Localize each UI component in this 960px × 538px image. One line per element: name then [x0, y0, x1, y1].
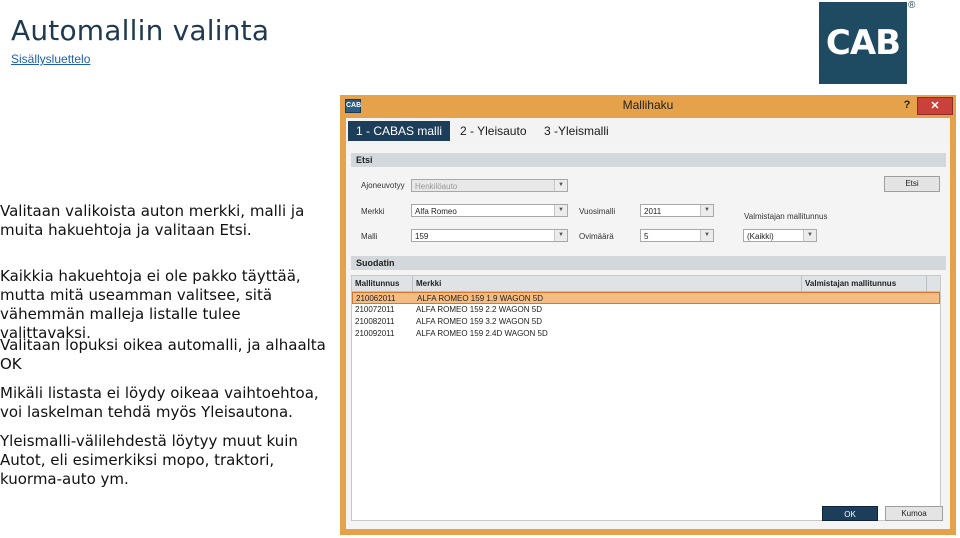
- ovimaara-label: Ovimäärä: [579, 232, 614, 241]
- window-titlebar: CAB Mallihaku ? ✕: [340, 95, 956, 116]
- help-button[interactable]: ?: [900, 97, 914, 113]
- tab-cabas-malli[interactable]: 1 - CABAS malli: [348, 121, 451, 141]
- mallihaku-window: CAB Mallihaku ? ✕ 1 - CABAS malli 2 - Yl…: [340, 95, 956, 535]
- instruction-paragraph-5: Yleismalli-välilehdestä löytyy muut kuin…: [0, 432, 298, 488]
- chevron-down-icon: ▼: [554, 180, 567, 191]
- ok-button[interactable]: OK: [822, 506, 878, 521]
- chevron-down-icon: ▼: [803, 230, 816, 241]
- chevron-down-icon: ▼: [554, 230, 567, 241]
- merkki-value: Alfa Romeo: [415, 207, 457, 216]
- results-section-header: Suodatin: [351, 256, 946, 270]
- close-button[interactable]: ✕: [917, 97, 953, 115]
- toc-link[interactable]: Sisällysluettelo: [11, 52, 90, 66]
- ajoneuvotyyppi-value: Henkilöauto: [415, 182, 458, 191]
- tab-yleismalli[interactable]: 3 -Yleismalli: [536, 121, 617, 141]
- valmistajan-mallitunnus-label: Valmistajan mallitunnus: [744, 212, 828, 221]
- chevron-down-icon: ▼: [700, 230, 713, 241]
- window-title: Mallihaku: [622, 98, 674, 112]
- cell-merkki: ALFA ROMEO 159 2.4D WAGON 5D: [416, 329, 548, 338]
- table-row[interactable]: 210092011 ALFA ROMEO 159 2.4D WAGON 5D: [352, 328, 940, 340]
- logo-registered-mark: ®: [908, 0, 916, 11]
- instruction-paragraph-3: Valitaan lopuksi oikea automalli, ja alh…: [0, 336, 326, 373]
- search-section-header: Etsi: [351, 153, 946, 167]
- cell-merkki: ALFA ROMEO 159 3.2 WAGON 5D: [416, 317, 542, 326]
- valmistajan-mallitunnus-select[interactable]: (Kaikki) ▼: [743, 229, 817, 242]
- tab-content: Etsi Ajoneuvotyy Henkilöauto ▼ Etsi Merk…: [346, 144, 950, 529]
- malli-select[interactable]: 159 ▼: [411, 229, 568, 242]
- malli-label: Malli: [361, 232, 378, 241]
- kumoa-button[interactable]: Kumoa: [885, 506, 943, 521]
- chevron-down-icon: ▼: [554, 205, 567, 216]
- merkki-select[interactable]: Alfa Romeo ▼: [411, 204, 568, 217]
- instruction-paragraph-2: Kaikkia hakuehtoja ei ole pakko täyttää,…: [0, 267, 301, 342]
- cell-mallitunnus: 210072011: [355, 305, 395, 314]
- malli-value: 159: [415, 232, 429, 241]
- cab-logo: CAB: [819, 2, 907, 84]
- chevron-down-icon: ▼: [700, 205, 713, 216]
- instruction-paragraph-1: Valitaan valikoista auton merkki, malli …: [0, 202, 305, 239]
- ajoneuvotyyppi-label: Ajoneuvotyy: [361, 181, 405, 190]
- results-grid: Mallitunnus Merkki Valmistajan mallitunn…: [351, 275, 941, 521]
- table-row[interactable]: 210082011 ALFA ROMEO 159 3.2 WAGON 5D: [352, 316, 940, 328]
- ovimaara-value: 5: [644, 232, 649, 241]
- slide-title: Automallin valinta: [11, 14, 270, 47]
- valmistajan-mallitunnus-value: (Kaikki): [747, 232, 774, 241]
- tab-bar: 1 - CABAS malli 2 - Yleisauto 3 -Yleisma…: [346, 118, 950, 144]
- column-header-merkki[interactable]: Merkki: [413, 276, 802, 291]
- ovimaara-select[interactable]: 5 ▼: [640, 229, 714, 242]
- merkki-label: Merkki: [361, 207, 385, 216]
- table-row[interactable]: 210062011 ALFA ROMEO 159 1.9 WAGON 5D: [352, 292, 940, 304]
- cell-mallitunnus: 210082011: [355, 317, 395, 326]
- vuosimalli-value: 2011: [644, 207, 662, 216]
- etsi-button[interactable]: Etsi: [884, 176, 940, 192]
- cell-merkki: ALFA ROMEO 159 2.2 WAGON 5D: [416, 305, 542, 314]
- logo-text: CAB: [825, 23, 901, 63]
- table-row[interactable]: 210072011 ALFA ROMEO 159 2.2 WAGON 5D: [352, 304, 940, 316]
- column-header-valmistajan-mallitunnus[interactable]: Valmistajan mallitunnus: [802, 276, 927, 291]
- cell-mallitunnus: 210092011: [355, 329, 395, 338]
- vuosimalli-select[interactable]: 2011 ▼: [640, 204, 714, 217]
- vuosimalli-label: Vuosimalli: [579, 207, 616, 216]
- instruction-paragraph-4: Mikäli listasta ei löydy oikeaa vaihtoeh…: [0, 384, 319, 421]
- tab-yleisauto[interactable]: 2 - Yleisauto: [452, 121, 535, 141]
- grid-header: Mallitunnus Merkki Valmistajan mallitunn…: [352, 276, 940, 292]
- ajoneuvotyyppi-select[interactable]: Henkilöauto ▼: [411, 179, 568, 192]
- column-header-mallitunnus[interactable]: Mallitunnus: [352, 276, 413, 291]
